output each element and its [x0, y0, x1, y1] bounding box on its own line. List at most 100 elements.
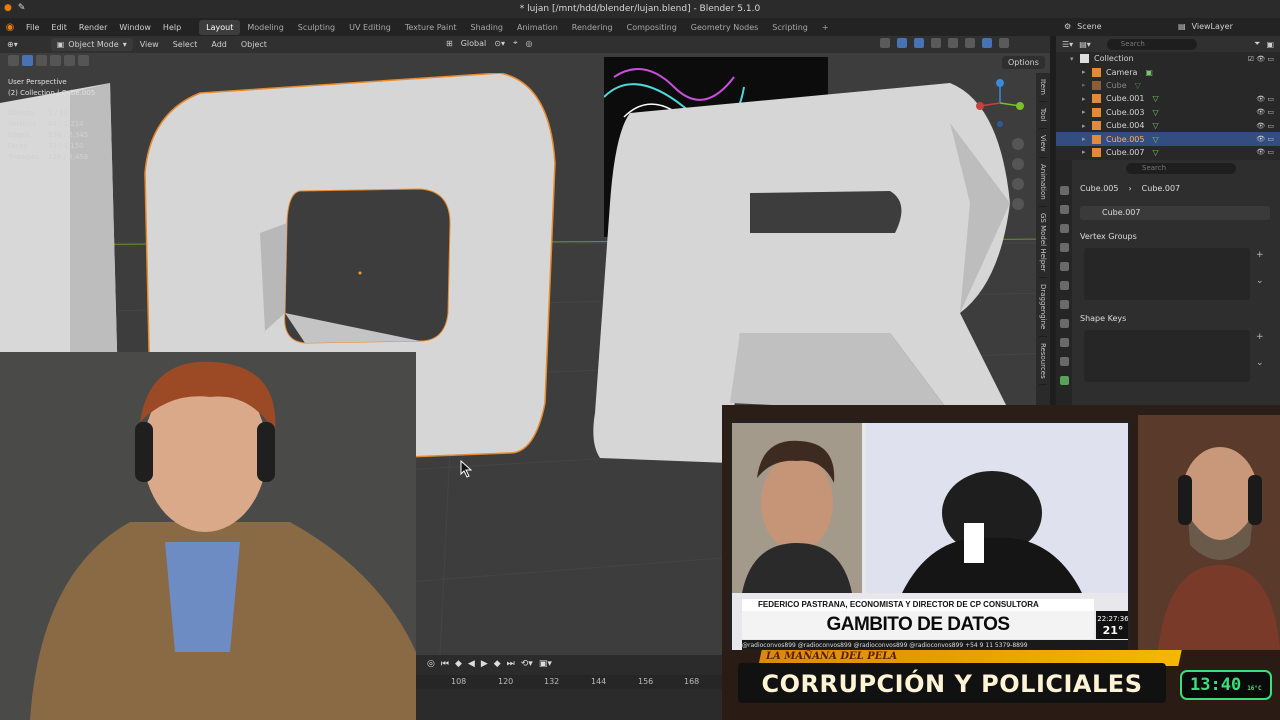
wireframe-shading-icon[interactable] [948, 38, 958, 48]
add-workspace-button[interactable]: + [815, 20, 836, 35]
gizmo-toggle-icon[interactable] [897, 38, 907, 48]
jump-keyframe-forward-icon[interactable]: ◆ [494, 659, 501, 669]
rendered-shading-icon[interactable] [999, 38, 1009, 48]
shape-keys-list[interactable] [1084, 330, 1250, 382]
visibility-toggles[interactable]: 👁 ▭ [1256, 108, 1274, 116]
world-tab-icon[interactable] [1059, 281, 1069, 290]
expand-triangle-icon[interactable]: ▸ [1082, 95, 1092, 103]
editor-type-icon[interactable]: ⊕▾ [0, 40, 25, 49]
tab-texture-paint[interactable]: Texture Paint [398, 20, 464, 35]
tab-animation-panel[interactable]: Animation [1039, 158, 1047, 207]
scene-tab-icon[interactable] [1059, 262, 1069, 271]
tab-draggengine[interactable]: Draggengine [1039, 278, 1047, 337]
proportional-edit-icon[interactable]: ◎ [525, 39, 532, 48]
tab-uv-editing[interactable]: UV Editing [342, 20, 398, 35]
add-shape-key-button[interactable]: + [1256, 332, 1264, 342]
xray-icon[interactable] [931, 38, 941, 48]
visibility-toggles[interactable]: 👁 ▭ [1256, 95, 1274, 103]
menu-edit[interactable]: Edit [45, 23, 73, 32]
material-shading-icon[interactable] [982, 38, 992, 48]
menu-view[interactable]: View [133, 40, 166, 49]
pan-hand-icon[interactable] [1012, 158, 1024, 170]
select-extend-icon[interactable] [36, 55, 47, 66]
select-tool-icon[interactable] [8, 55, 19, 66]
tab-rendering[interactable]: Rendering [565, 20, 620, 35]
shape-key-menu-icon[interactable]: ⌄ [1256, 358, 1264, 368]
tab-animation[interactable]: Animation [510, 20, 565, 35]
output-tab-icon[interactable] [1059, 224, 1069, 233]
select-intersect-icon[interactable] [78, 55, 89, 66]
outliner-row-cube-005[interactable]: ▸ Cube.005 ▽ 👁 ▭ [1056, 132, 1280, 146]
tab-layout[interactable]: Layout [199, 19, 241, 35]
panel-vertex-groups-header[interactable]: Vertex Groups [1080, 232, 1137, 241]
new-collection-icon[interactable]: ▣ [1266, 40, 1274, 49]
render-tab-icon[interactable] [1059, 205, 1069, 214]
outliner-row-cube-003[interactable]: ▸ Cube.003 ▽ 👁 ▭ [1056, 106, 1280, 119]
transform-orientation[interactable]: ⊞ Global ⊙▾ ⌖ ◎ [446, 38, 532, 48]
jump-keyframe-back-icon[interactable]: ◆ [455, 659, 462, 669]
display-mode-icon[interactable]: ▤▾ [1079, 40, 1091, 49]
keyframe-record-icon[interactable]: ◎ [427, 659, 435, 669]
tool-tab-icon[interactable] [1059, 186, 1069, 195]
navigation-gizmo[interactable] [975, 78, 1035, 138]
panel-shape-keys-header[interactable]: Shape Keys [1080, 314, 1126, 323]
outliner-row-camera[interactable]: ▸ Camera ▣ [1056, 65, 1280, 78]
expand-triangle-icon[interactable]: ▸ [1082, 81, 1092, 89]
menu-render[interactable]: Render [73, 23, 113, 32]
tab-geometry-nodes[interactable]: Geometry Nodes [684, 20, 765, 35]
outliner-row-cube-007[interactable]: ▸ Cube.007 ▽ 👁 ▭ [1056, 146, 1280, 159]
expand-triangle-icon[interactable]: ▸ [1082, 148, 1092, 156]
outliner-row-cube-004[interactable]: ▸ Cube.004 ▽ 👁 ▭ [1056, 119, 1280, 132]
outliner-editor-icon[interactable]: ☰▾ [1062, 40, 1073, 49]
tab-gs-model-helper[interactable]: GS Model Helper [1039, 207, 1047, 279]
menu-add[interactable]: Add [204, 40, 234, 49]
tab-view[interactable]: View [1039, 129, 1047, 159]
modifier-tab-icon[interactable] [1059, 338, 1069, 347]
tab-tool[interactable]: Tool [1039, 102, 1047, 129]
options-dropdown[interactable]: Options [1002, 56, 1045, 69]
select-box-mode-icon[interactable] [22, 55, 33, 66]
play-reverse-icon[interactable]: ◀ [468, 659, 475, 669]
vertex-group-menu-icon[interactable]: ⌄ [1256, 276, 1264, 286]
expand-triangle-icon[interactable]: ▸ [1082, 135, 1092, 143]
add-vertex-group-button[interactable]: + [1256, 250, 1264, 260]
vertex-groups-list[interactable] [1084, 248, 1250, 300]
menu-object[interactable]: Object [234, 40, 274, 49]
mode-dropdown[interactable]: ▣ Object Mode ▾ [50, 38, 133, 51]
tab-item[interactable]: Item [1039, 73, 1047, 102]
overlay-toggle-icon[interactable] [914, 38, 924, 48]
timeline-ruler[interactable]: 108 120 132 144 156 168 [415, 675, 722, 689]
visibility-icon[interactable] [880, 38, 890, 48]
blender-logo-icon[interactable]: ● [4, 3, 12, 13]
expand-triangle-icon[interactable]: ▸ [1082, 108, 1092, 116]
tab-scripting[interactable]: Scripting [765, 20, 815, 35]
menu-window[interactable]: Window [113, 23, 157, 32]
mesh-datablock-field[interactable]: Cube.007 [1080, 206, 1270, 220]
tab-compositing[interactable]: Compositing [620, 20, 684, 35]
jump-start-icon[interactable]: ⏮ [441, 659, 449, 669]
view-layer-selector[interactable]: ▤ ViewLayer [1178, 19, 1278, 34]
perspective-toggle-icon[interactable] [1012, 198, 1024, 210]
filter-icon[interactable]: ⏷ [1254, 39, 1260, 49]
timeline-view-icon[interactable]: ▣▾ [539, 659, 552, 669]
jump-end-icon[interactable]: ⏭ [507, 659, 515, 669]
expand-triangle-icon[interactable]: ▸ [1082, 68, 1092, 76]
tab-shading[interactable]: Shading [463, 20, 510, 35]
outliner-row-cube-001[interactable]: ▸ Cube.001 ▽ 👁 ▭ [1056, 92, 1280, 105]
visibility-toggles[interactable]: 👁 ▭ [1256, 122, 1274, 130]
mesh-data-tab-icon[interactable] [1059, 376, 1069, 385]
visibility-toggles[interactable]: 👁 ▭ [1256, 148, 1274, 156]
play-icon[interactable]: ▶ [481, 659, 488, 669]
expand-triangle-icon[interactable]: ▾ [1070, 55, 1080, 63]
object-tab-icon[interactable] [1059, 319, 1069, 328]
collection-tab-icon[interactable] [1059, 300, 1069, 309]
pin-icon[interactable]: ✎ [18, 3, 26, 13]
tab-resources[interactable]: Resources [1039, 337, 1047, 386]
snap-icon[interactable]: ⌖ [513, 38, 518, 48]
physics-tab-icon[interactable] [1059, 357, 1069, 366]
pivot-icon[interactable]: ⊙▾ [494, 39, 505, 48]
visibility-toggles[interactable]: 👁 ▭ [1256, 135, 1274, 143]
zoom-icon[interactable] [1012, 138, 1024, 150]
outliner-row-cube[interactable]: ▸ Cube ▽ [1056, 79, 1280, 92]
outliner-search-input[interactable]: Search [1106, 38, 1197, 50]
